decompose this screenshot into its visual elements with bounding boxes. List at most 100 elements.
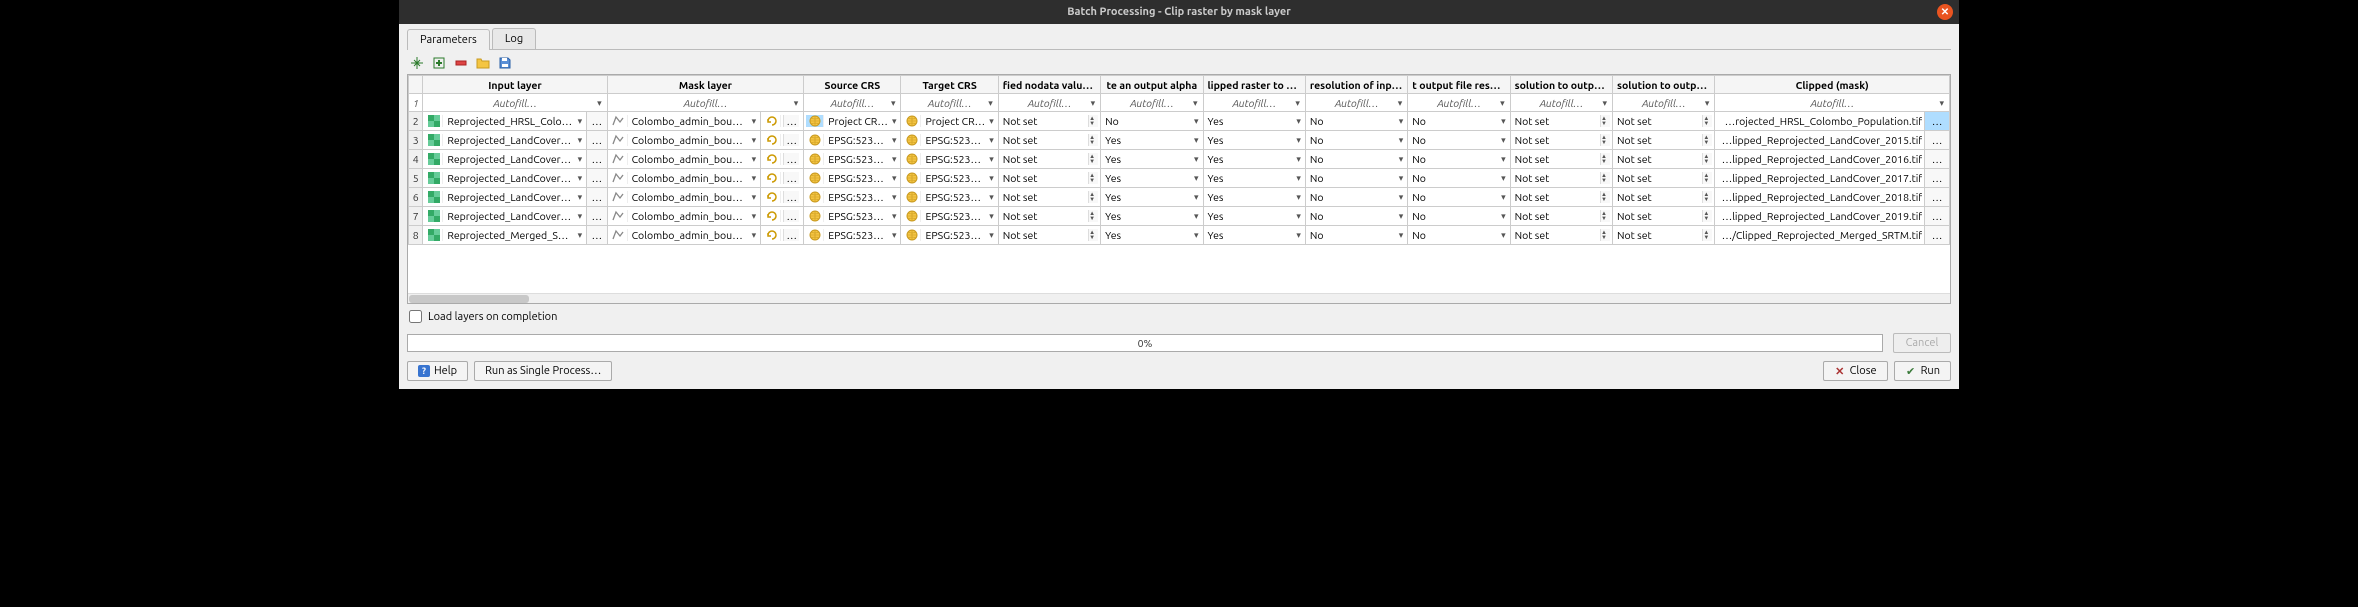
output-browse-button[interactable]: … — [1925, 131, 1950, 150]
input-browse-button[interactable]: … — [587, 226, 607, 245]
spinbox-icon[interactable]: ▲▼ — [1600, 134, 1610, 146]
output-cell[interactable]: a-tmp/Clipped_Reprojected_Merged_SRTM.ti… — [1715, 226, 1925, 245]
window-close-button[interactable]: ✕ — [1937, 4, 1953, 20]
globe-icon[interactable] — [806, 153, 824, 165]
col-target-crs[interactable]: Target CRS — [901, 76, 998, 94]
source-crs-cell[interactable]: EPSG:5235 - S▾ — [804, 207, 901, 226]
input-layer-cell[interactable]: Reprojected_HRSL_Colombo_Po▾ — [423, 112, 587, 131]
spinbox-icon[interactable]: ▲▼ — [1702, 153, 1712, 165]
col-xres[interactable]: solution to output b — [1510, 76, 1612, 94]
nodata-cell[interactable]: Not set▲▼ — [998, 131, 1100, 150]
keep-res-cell[interactable]: No▾ — [1305, 207, 1407, 226]
nodata-cell[interactable]: Not set▲▼ — [998, 226, 1100, 245]
col-mask-layer[interactable]: Mask layer — [607, 76, 804, 94]
input-browse-button[interactable]: … — [587, 169, 607, 188]
autofill-keep-res[interactable]: Autofill…▾ — [1305, 94, 1407, 112]
autofill-output[interactable]: Autofill…▾ — [1715, 94, 1950, 112]
spinbox-icon[interactable]: ▲▼ — [1088, 191, 1098, 203]
globe-icon[interactable] — [806, 229, 824, 241]
input-browse-button[interactable]: … — [587, 188, 607, 207]
spinbox-icon[interactable]: ▲▼ — [1088, 172, 1098, 184]
globe-icon[interactable] — [903, 210, 921, 222]
globe-icon[interactable] — [806, 210, 824, 222]
mask-layer-cell[interactable]: Colombo_admin_boundary [▾ — [607, 226, 761, 245]
source-crs-cell[interactable]: EPSG:5235 - S▾ — [804, 226, 901, 245]
spinbox-icon[interactable]: ▲▼ — [1600, 172, 1610, 184]
help-button[interactable]: ? Help — [407, 361, 468, 381]
horizontal-scrollbar[interactable] — [408, 293, 1950, 303]
autofill-yres[interactable]: Autofill…▾ — [1613, 94, 1715, 112]
spinbox-icon[interactable]: ▲▼ — [1088, 153, 1098, 165]
yres-cell[interactable]: Not set▲▼ — [1613, 207, 1715, 226]
output-browse-button[interactable]: … — [1925, 150, 1950, 169]
autofill-match-extent[interactable]: Autofill…▾ — [1203, 94, 1305, 112]
open-folder-icon[interactable] — [475, 55, 491, 71]
input-browse-button[interactable]: … — [587, 131, 607, 150]
col-match-extent[interactable]: lipped raster to the — [1203, 76, 1305, 94]
target-crs-cell[interactable]: EPSG:5235 - S▾ — [901, 226, 998, 245]
alpha-cell[interactable]: No▾ — [1101, 112, 1203, 131]
output-browse-button[interactable]: … — [1925, 112, 1950, 131]
yres-cell[interactable]: Not set▲▼ — [1613, 226, 1715, 245]
output-cell[interactable]: tmp/Clipped_Reprojected_LandCover_2017.t… — [1715, 169, 1925, 188]
mask-browse-button[interactable]: … — [783, 172, 799, 184]
xres-cell[interactable]: Not set▲▼ — [1510, 112, 1612, 131]
mask-browse-button[interactable]: … — [783, 191, 799, 203]
tab-log[interactable]: Log — [492, 28, 536, 49]
keep-res-cell[interactable]: No▾ — [1305, 131, 1407, 150]
col-input-layer[interactable]: Input layer — [423, 76, 607, 94]
keep-res-cell[interactable]: No▾ — [1305, 112, 1407, 131]
xres-cell[interactable]: Not set▲▼ — [1510, 150, 1612, 169]
spinbox-icon[interactable]: ▲▼ — [1088, 210, 1098, 222]
output-cell[interactable]: tmp/Clipped_Reprojected_LandCover_2018.t… — [1715, 188, 1925, 207]
iterate-icon[interactable] — [763, 153, 781, 165]
input-layer-cell[interactable]: Reprojected_Merged_SRTM [EP▾ — [423, 226, 587, 245]
autofill-mask[interactable]: Autofill…▾ — [607, 94, 804, 112]
nodata-cell[interactable]: Not set▲▼ — [998, 112, 1100, 131]
mask-layer-cell[interactable]: Colombo_admin_boundary [▾ — [607, 207, 761, 226]
output-cell[interactable]: tmp/Clipped_Reprojected_LandCover_2016.t… — [1715, 150, 1925, 169]
match-extent-cell[interactable]: Yes▾ — [1203, 207, 1305, 226]
alpha-cell[interactable]: Yes▾ — [1101, 207, 1203, 226]
spinbox-icon[interactable]: ▲▼ — [1702, 229, 1712, 241]
col-output[interactable]: Clipped (mask) — [1715, 76, 1950, 94]
output-cell[interactable]: ed_Reprojected_HRSL_Colombo_Population.t… — [1715, 112, 1925, 131]
iterate-icon[interactable] — [763, 210, 781, 222]
set-res-cell[interactable]: No▾ — [1408, 207, 1510, 226]
globe-icon[interactable] — [903, 191, 921, 203]
alpha-cell[interactable]: Yes▾ — [1101, 188, 1203, 207]
autofill-input[interactable]: Autofill…▾ — [423, 94, 607, 112]
iterate-icon[interactable] — [763, 191, 781, 203]
globe-icon[interactable] — [903, 172, 921, 184]
spinbox-icon[interactable]: ▲▼ — [1702, 191, 1712, 203]
globe-icon[interactable] — [903, 229, 921, 241]
xres-cell[interactable]: Not set▲▼ — [1510, 169, 1612, 188]
output-cell[interactable]: tmp/Clipped_Reprojected_LandCover_2015.t… — [1715, 131, 1925, 150]
spinbox-icon[interactable]: ▲▼ — [1702, 210, 1712, 222]
xres-cell[interactable]: Not set▲▼ — [1510, 131, 1612, 150]
mask-tools-cell[interactable]: … — [761, 131, 804, 150]
match-extent-cell[interactable]: Yes▾ — [1203, 131, 1305, 150]
col-nodata[interactable]: fied nodata value to — [998, 76, 1100, 94]
target-crs-cell[interactable]: Project CRS: E▾ — [901, 112, 998, 131]
match-extent-cell[interactable]: Yes▾ — [1203, 169, 1305, 188]
mask-tools-cell[interactable]: … — [761, 226, 804, 245]
target-crs-cell[interactable]: EPSG:5235 - S▾ — [901, 207, 998, 226]
target-crs-cell[interactable]: EPSG:5235 - S▾ — [901, 131, 998, 150]
mask-browse-button[interactable]: … — [783, 153, 799, 165]
yres-cell[interactable]: Not set▲▼ — [1613, 169, 1715, 188]
add-row-icon[interactable] — [409, 55, 425, 71]
run-button[interactable]: ✔ Run — [1894, 361, 1951, 381]
spinbox-icon[interactable]: ▲▼ — [1600, 153, 1610, 165]
set-res-cell[interactable]: No▾ — [1408, 112, 1510, 131]
iterate-icon[interactable] — [763, 172, 781, 184]
nodata-cell[interactable]: Not set▲▼ — [998, 207, 1100, 226]
autofill-target-crs[interactable]: Autofill…▾ — [901, 94, 998, 112]
xres-cell[interactable]: Not set▲▼ — [1510, 188, 1612, 207]
mask-layer-cell[interactable]: Colombo_admin_boundary [▾ — [607, 169, 761, 188]
globe-icon[interactable] — [903, 134, 921, 146]
nodata-cell[interactable]: Not set▲▼ — [998, 169, 1100, 188]
yres-cell[interactable]: Not set▲▼ — [1613, 131, 1715, 150]
autofill-nodata[interactable]: Autofill…▾ — [998, 94, 1100, 112]
source-crs-cell[interactable]: Project CRS: E▾ — [804, 112, 901, 131]
